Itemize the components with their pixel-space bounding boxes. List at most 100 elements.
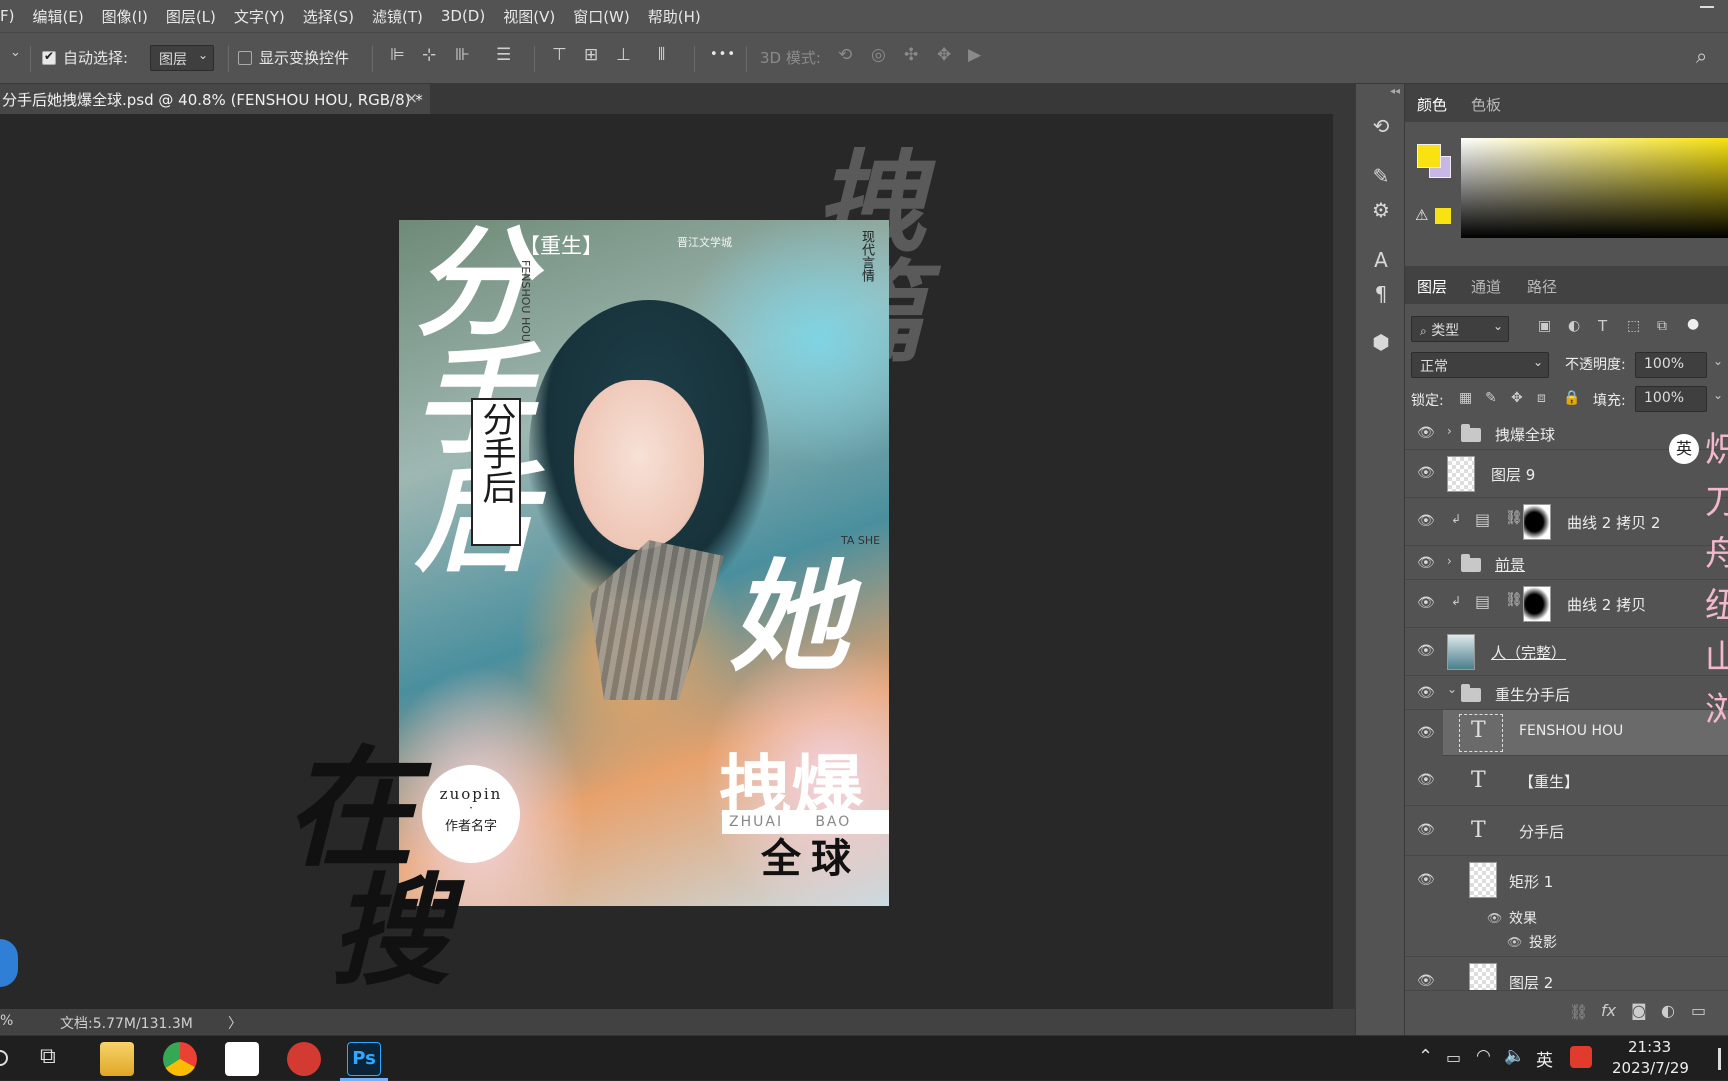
align-top-icon[interactable]: ⊤ [552,45,567,65]
document-tab[interactable]: 分手后她拽爆全球.psd @ 40.8% (FENSHOU HOU, RGB/8… [0,84,430,114]
character-icon[interactable]: A [1369,248,1393,272]
netease-music-icon[interactable] [287,1042,321,1076]
fx-icon[interactable]: fx [1601,1001,1616,1020]
lock-all-icon[interactable]: 🔒 [1563,390,1580,406]
eye-icon[interactable]: 👁 [1417,595,1435,611]
align-center-icon[interactable]: ⊹ [422,45,436,65]
photoshop-taskbar-icon[interactable]: Ps [347,1042,381,1076]
menu-file[interactable]: F) [0,7,23,25]
3d-rotate-icon[interactable]: ⟲ [838,45,852,65]
filter-shape-icon[interactable]: ⬚ [1627,318,1640,334]
filter-smart-object-icon[interactable]: ⧉ [1657,318,1667,334]
3d-panel-icon[interactable]: ⬢ [1369,330,1393,354]
layer-row[interactable]: 👁 ↲ ▤ ⛓ 曲线 2 拷贝 [1405,580,1728,628]
show-desktop-button[interactable] [1718,1048,1721,1070]
eye-icon[interactable]: 👁 [1417,725,1435,741]
battery-icon[interactable]: ▭ [1446,1048,1461,1067]
adjustments-icon[interactable]: ⚙ [1369,198,1393,222]
layer-filter-dropdown[interactable]: ⌕ 类型 ⌄ [1411,316,1509,342]
menu-window[interactable]: 窗口(W) [564,6,639,27]
chevron-up-icon[interactable]: ⌃ [1418,1046,1433,1067]
layer-row[interactable]: 👁 ↲ ▤ ⛓ 曲线 2 拷贝 2 [1405,498,1728,546]
menu-select[interactable]: 选择(S) [294,6,363,27]
new-group-icon[interactable]: ▭ [1691,1001,1706,1020]
eye-icon[interactable]: 👁 [1417,425,1435,441]
menu-view[interactable]: 视图(V) [494,6,564,27]
eye-icon[interactable]: 👁 [1417,772,1435,788]
distribute-icon[interactable]: ☰ [496,45,511,65]
poster-artboard[interactable]: 【重生】 晋江文学城 现代言情 分手后 FENSHOU HOU 分手后 TA S… [399,220,889,906]
menu-type[interactable]: 文字(Y) [225,6,294,27]
wifi-icon[interactable]: ◠ [1476,1046,1491,1066]
ime-floating-badge[interactable]: 英 [1669,434,1699,464]
file-explorer-icon[interactable] [100,1042,134,1076]
add-mask-icon[interactable]: ◙ [1631,1001,1647,1020]
menu-help[interactable]: 帮助(H) [639,6,710,27]
3d-camera-icon[interactable]: ▶ [968,45,981,65]
more-options-icon[interactable]: ••• [710,47,736,62]
paragraph-icon[interactable]: ¶ [1369,282,1393,306]
eye-icon[interactable]: 👁 [1417,513,1435,529]
clock-time[interactable]: 21:33 [1628,1038,1671,1056]
menu-layer[interactable]: 图层(L) [157,6,225,27]
zoom-readout[interactable]: % [0,1013,13,1029]
status-menu-arrow[interactable]: 〉 [228,1013,242,1033]
tab-swatches[interactable]: 色板 [1471,94,1501,115]
effect-eye-icon[interactable]: 👁 [1507,935,1522,949]
tab-channels[interactable]: 通道 [1471,276,1501,297]
color-picker-field[interactable] [1461,138,1728,238]
volume-icon[interactable]: 🔈 [1504,1046,1525,1066]
collapse-panels-icon[interactable]: ◂◂ [1390,86,1400,97]
3d-roll-icon[interactable]: ◎ [871,45,886,65]
brush-settings-icon[interactable]: ✎ [1369,164,1393,188]
tab-layers[interactable]: 图层 [1417,276,1447,297]
auto-select-checkbox[interactable] [42,49,56,65]
canvas-vertical-scrollbar[interactable] [1333,114,1355,1009]
filter-toggle-icon[interactable]: ● [1687,316,1699,332]
auto-select-dropdown[interactable]: 图层 ⌄ [150,45,214,71]
gamut-warning-icon[interactable]: ⚠ [1415,206,1428,224]
sogou-input-icon[interactable] [1570,1046,1592,1068]
lock-paint-icon[interactable]: ✎ [1485,390,1497,406]
blend-mode-dropdown[interactable]: 正常 ⌄ [1411,352,1549,378]
menu-edit[interactable]: 编辑(E) [23,6,92,27]
history-icon[interactable]: ⟲ [1369,114,1393,138]
eye-icon[interactable]: 👁 [1417,685,1435,701]
align-left-icon[interactable]: ⊫ [390,45,405,65]
effects-eye-icon[interactable]: 👁 [1487,911,1502,925]
align-middle-icon[interactable]: ⊞ [584,45,598,65]
feishu-icon[interactable] [225,1042,259,1076]
align-bottom-icon[interactable]: ⊥ [616,45,631,65]
chevron-down-icon[interactable]: ⌄ [1713,388,1723,402]
chevron-right-icon[interactable]: › [1447,554,1452,568]
task-view-icon[interactable]: ⧉ [40,1044,56,1069]
layer-row[interactable]: 👁 T 【重生】 [1405,756,1728,806]
lock-position-icon[interactable]: ✥ [1511,390,1523,406]
menu-3d[interactable]: 3D(D) [432,7,494,25]
eye-icon[interactable]: 👁 [1417,643,1435,659]
eye-icon[interactable]: 👁 [1417,872,1435,888]
search-icon[interactable]: ⌕ [1696,44,1707,68]
search-taskbar-icon[interactable] [0,1050,8,1066]
chrome-icon[interactable] [163,1042,197,1076]
clock-date[interactable]: 2023/7/29 [1612,1059,1689,1077]
eye-icon[interactable]: 👁 [1417,555,1435,571]
align-right-icon[interactable]: ⊪ [455,45,470,65]
lock-artboard-icon[interactable]: ⧈ [1537,390,1546,406]
3d-slide-icon[interactable]: ✥ [937,45,951,65]
tab-paths[interactable]: 路径 [1527,276,1557,297]
document-size[interactable]: 文档:5.77M/131.3M [60,1013,193,1033]
ime-indicator[interactable]: 英 [1536,1046,1553,1071]
show-transform-checkbox[interactable] [238,51,252,65]
filter-type-icon[interactable]: T [1598,317,1607,335]
3d-pan-icon[interactable]: ✣ [904,45,918,65]
eye-icon[interactable]: 👁 [1417,973,1435,989]
layer-row[interactable]: 👁 矩形 1 [1405,856,1728,906]
minimize-button[interactable] [1700,6,1714,8]
layer-row[interactable]: 👁 › 前景 [1405,546,1728,580]
chevron-right-icon[interactable]: › [1447,424,1452,438]
opacity-field[interactable]: 100% [1635,352,1707,378]
menu-image[interactable]: 图像(I) [93,6,157,27]
fill-field[interactable]: 100% [1635,386,1707,412]
chevron-down-icon[interactable]: ⌄ [1713,354,1723,368]
